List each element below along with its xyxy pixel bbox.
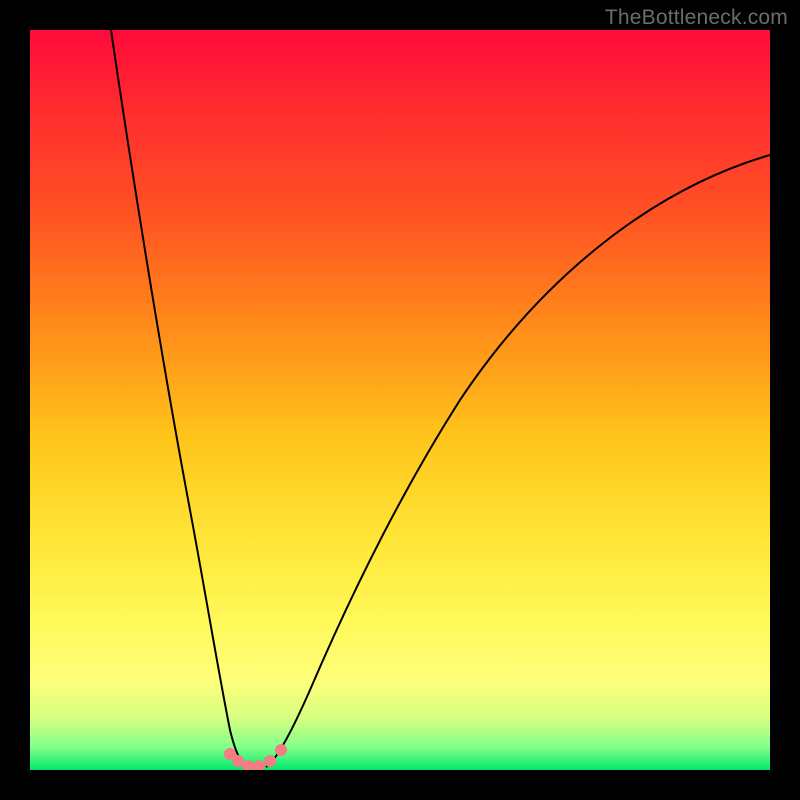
data-marker [253,760,265,770]
right-branch-line [266,155,770,767]
data-marker [264,755,276,767]
marker-group [224,744,287,770]
left-branch-line [111,30,248,767]
watermark-text: TheBottleneck.com [605,6,788,30]
plot-area [30,30,770,770]
data-marker [275,744,287,756]
curve-svg [30,30,770,770]
chart-frame: TheBottleneck.com [0,0,800,800]
